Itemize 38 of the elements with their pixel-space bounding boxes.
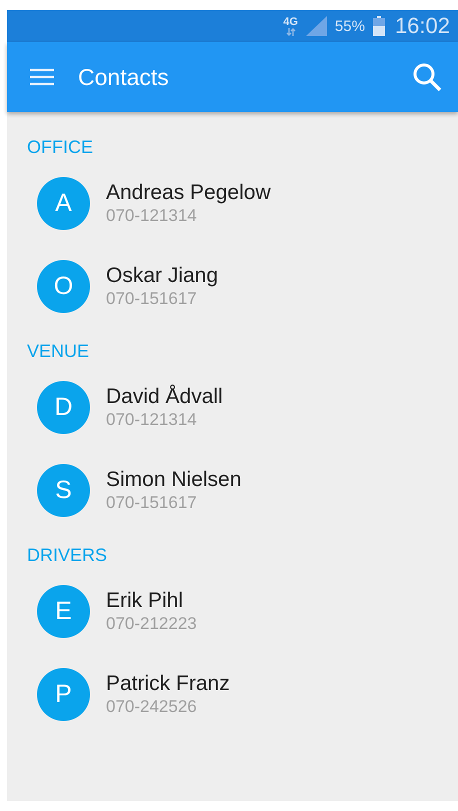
contact-phone: 070-121314 bbox=[106, 204, 198, 226]
contact-avatar: S bbox=[37, 464, 90, 517]
contact-phone: 070-151617 bbox=[106, 288, 198, 310]
contact-item[interactable]: P Patrick Franz 070-242526 bbox=[7, 653, 458, 736]
search-button[interactable] bbox=[412, 62, 442, 92]
contact-item[interactable]: A Andreas Pegelow 070-121314 bbox=[7, 162, 458, 245]
contact-item[interactable]: O Oskar Jiang 070-151617 bbox=[7, 245, 458, 328]
battery-icon bbox=[372, 16, 385, 36]
search-icon bbox=[412, 62, 442, 92]
contact-phone: 070-242526 bbox=[106, 696, 198, 718]
screen-title: Contacts bbox=[78, 64, 170, 90]
contact-avatar: P bbox=[37, 668, 90, 721]
contact-name: Simon Nielsen bbox=[106, 468, 242, 492]
contact-avatar: O bbox=[37, 260, 90, 313]
contact-phone: 070-212223 bbox=[106, 612, 197, 634]
contact-item[interactable]: S Simon Nielsen 070-151617 bbox=[7, 449, 458, 532]
contact-phone: 070-151617 bbox=[106, 492, 198, 514]
contact-avatar: A bbox=[37, 177, 90, 230]
group-header: VENUE bbox=[26, 340, 90, 363]
contact-item[interactable]: D David Ådvall 070-121314 bbox=[7, 366, 458, 449]
contact-avatar: D bbox=[37, 381, 90, 434]
contact-avatar: E bbox=[37, 585, 90, 638]
contact-phone: 070-121314 bbox=[106, 408, 198, 430]
battery-percentage: 55% bbox=[334, 18, 365, 34]
menu-button[interactable] bbox=[30, 68, 54, 86]
network-label: 4G bbox=[283, 16, 298, 28]
contact-item[interactable]: E Erik Pihl 070-212223 bbox=[7, 570, 458, 653]
menu-icon bbox=[30, 68, 54, 86]
clock-time: 16:02 bbox=[394, 13, 450, 39]
contact-name: Patrick Franz bbox=[106, 672, 230, 696]
signal-icon bbox=[306, 16, 327, 36]
contact-name: Oskar Jiang bbox=[106, 264, 218, 288]
data-arrows-icon bbox=[286, 28, 296, 36]
contact-name: Andreas Pegelow bbox=[106, 180, 271, 204]
group-header: DRIVERS bbox=[26, 544, 108, 567]
contact-name: Erik Pihl bbox=[106, 588, 184, 612]
group-header: OFFICE bbox=[26, 136, 94, 159]
contact-name: David Ådvall bbox=[106, 384, 223, 408]
